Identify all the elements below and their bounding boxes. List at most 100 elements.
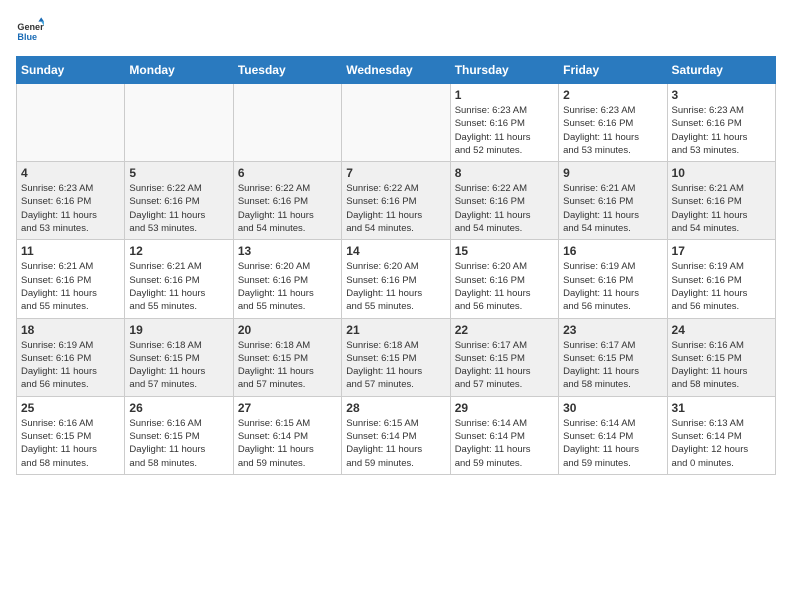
day-number: 18 — [21, 323, 120, 337]
calendar-cell: 18 Sunrise: 6:19 AM Sunset: 6:16 PM Dayli… — [17, 318, 125, 396]
calendar-cell: 7 Sunrise: 6:22 AM Sunset: 6:16 PM Daylig… — [342, 162, 450, 240]
day-info: Sunrise: 6:22 AM Sunset: 6:16 PM Dayligh… — [238, 182, 337, 235]
svg-text:Blue: Blue — [17, 32, 37, 42]
day-info: Sunrise: 6:23 AM Sunset: 6:16 PM Dayligh… — [672, 104, 771, 157]
calendar-cell: 3 Sunrise: 6:23 AM Sunset: 6:16 PM Daylig… — [667, 84, 775, 162]
day-number: 1 — [455, 88, 554, 102]
calendar-cell: 27Sunrise: 6:15 AM Sunset: 6:14 PM Dayli… — [233, 396, 341, 474]
day-number: 31 — [672, 401, 771, 415]
header-row: SundayMondayTuesdayWednesdayThursdayFrid… — [17, 57, 776, 84]
calendar-cell: 30 Sunrise: 6:14 AM Sunset: 6:14 PM Dayli… — [559, 396, 667, 474]
day-number: 3 — [672, 88, 771, 102]
day-info: Sunrise: 6:20 AM Sunset: 6:16 PM Dayligh… — [238, 260, 337, 313]
calendar-cell: 15 Sunrise: 6:20 AM Sunset: 6:16 PM Dayli… — [450, 240, 558, 318]
day-number: 29 — [455, 401, 554, 415]
day-info: Sunrise: 6:23 AM Sunset: 6:16 PM Dayligh… — [21, 182, 120, 235]
header-thursday: Thursday — [450, 57, 558, 84]
calendar-cell: 1 Sunrise: 6:23 AM Sunset: 6:16 PM Daylig… — [450, 84, 558, 162]
day-number: 4 — [21, 166, 120, 180]
day-info: Sunrise: 6:16 AM Sunset: 6:15 PM Dayligh… — [21, 417, 120, 470]
day-info: Sunrise: 6:13 AM Sunset: 6:14 PM Dayligh… — [672, 417, 771, 470]
header-sunday: Sunday — [17, 57, 125, 84]
calendar-cell: 16 Sunrise: 6:19 AM Sunset: 6:16 PM Dayli… — [559, 240, 667, 318]
day-info: Sunrise: 6:14 AM Sunset: 6:14 PM Dayligh… — [563, 417, 662, 470]
calendar-cell: 26Sunrise: 6:16 AM Sunset: 6:15 PM Dayli… — [125, 396, 233, 474]
day-info: Sunrise: 6:18 AM Sunset: 6:15 PM Dayligh… — [238, 339, 337, 392]
day-info: Sunrise: 6:19 AM Sunset: 6:16 PM Dayligh… — [672, 260, 771, 313]
calendar-table: SundayMondayTuesdayWednesdayThursdayFrid… — [16, 56, 776, 475]
calendar-cell: 29 Sunrise: 6:14 AM Sunset: 6:14 PM Dayli… — [450, 396, 558, 474]
calendar-cell: 20Sunrise: 6:18 AM Sunset: 6:15 PM Dayli… — [233, 318, 341, 396]
day-number: 5 — [129, 166, 228, 180]
day-number: 24 — [672, 323, 771, 337]
calendar-cell: 14Sunrise: 6:20 AM Sunset: 6:16 PM Dayli… — [342, 240, 450, 318]
day-number: 16 — [563, 244, 662, 258]
calendar-row: 11 Sunrise: 6:21 AM Sunset: 6:16 PM Dayli… — [17, 240, 776, 318]
header-monday: Monday — [125, 57, 233, 84]
day-info: Sunrise: 6:20 AM Sunset: 6:16 PM Dayligh… — [346, 260, 445, 313]
calendar-cell: 28 Sunrise: 6:15 AM Sunset: 6:14 PM Dayli… — [342, 396, 450, 474]
day-number: 19 — [129, 323, 228, 337]
calendar-cell — [17, 84, 125, 162]
day-info: Sunrise: 6:15 AM Sunset: 6:14 PM Dayligh… — [238, 417, 337, 470]
day-info: Sunrise: 6:21 AM Sunset: 6:16 PM Dayligh… — [21, 260, 120, 313]
calendar-cell: 22Sunrise: 6:17 AM Sunset: 6:15 PM Dayli… — [450, 318, 558, 396]
calendar-row: 18 Sunrise: 6:19 AM Sunset: 6:16 PM Dayli… — [17, 318, 776, 396]
day-number: 21 — [346, 323, 445, 337]
calendar-cell: 9 Sunrise: 6:21 AM Sunset: 6:16 PM Daylig… — [559, 162, 667, 240]
calendar-row: 1 Sunrise: 6:23 AM Sunset: 6:16 PM Daylig… — [17, 84, 776, 162]
day-info: Sunrise: 6:16 AM Sunset: 6:15 PM Dayligh… — [672, 339, 771, 392]
day-info: Sunrise: 6:23 AM Sunset: 6:16 PM Dayligh… — [563, 104, 662, 157]
calendar-cell: 10Sunrise: 6:21 AM Sunset: 6:16 PM Dayli… — [667, 162, 775, 240]
day-info: Sunrise: 6:14 AM Sunset: 6:14 PM Dayligh… — [455, 417, 554, 470]
calendar-cell: 25Sunrise: 6:16 AM Sunset: 6:15 PM Dayli… — [17, 396, 125, 474]
calendar-row: 4 Sunrise: 6:23 AM Sunset: 6:16 PM Daylig… — [17, 162, 776, 240]
day-info: Sunrise: 6:15 AM Sunset: 6:14 PM Dayligh… — [346, 417, 445, 470]
header-tuesday: Tuesday — [233, 57, 341, 84]
calendar-cell: 23Sunrise: 6:17 AM Sunset: 6:15 PM Dayli… — [559, 318, 667, 396]
calendar-cell: 11 Sunrise: 6:21 AM Sunset: 6:16 PM Dayli… — [17, 240, 125, 318]
day-info: Sunrise: 6:21 AM Sunset: 6:16 PM Dayligh… — [563, 182, 662, 235]
day-info: Sunrise: 6:17 AM Sunset: 6:15 PM Dayligh… — [455, 339, 554, 392]
calendar-cell — [125, 84, 233, 162]
svg-text:General: General — [17, 22, 44, 32]
calendar-cell: 19 Sunrise: 6:18 AM Sunset: 6:15 PM Dayli… — [125, 318, 233, 396]
calendar-cell: 5 Sunrise: 6:22 AM Sunset: 6:16 PM Daylig… — [125, 162, 233, 240]
day-info: Sunrise: 6:18 AM Sunset: 6:15 PM Dayligh… — [129, 339, 228, 392]
calendar-cell — [233, 84, 341, 162]
day-info: Sunrise: 6:23 AM Sunset: 6:16 PM Dayligh… — [455, 104, 554, 157]
day-info: Sunrise: 6:20 AM Sunset: 6:16 PM Dayligh… — [455, 260, 554, 313]
calendar-cell: 21 Sunrise: 6:18 AM Sunset: 6:15 PM Dayli… — [342, 318, 450, 396]
day-number: 30 — [563, 401, 662, 415]
day-number: 17 — [672, 244, 771, 258]
day-info: Sunrise: 6:18 AM Sunset: 6:15 PM Dayligh… — [346, 339, 445, 392]
day-number: 28 — [346, 401, 445, 415]
day-info: Sunrise: 6:19 AM Sunset: 6:16 PM Dayligh… — [21, 339, 120, 392]
page-header: General Blue — [16, 16, 776, 44]
calendar-cell: 2 Sunrise: 6:23 AM Sunset: 6:16 PM Daylig… — [559, 84, 667, 162]
day-number: 8 — [455, 166, 554, 180]
day-number: 2 — [563, 88, 662, 102]
calendar-row: 25Sunrise: 6:16 AM Sunset: 6:15 PM Dayli… — [17, 396, 776, 474]
day-number: 13 — [238, 244, 337, 258]
day-number: 7 — [346, 166, 445, 180]
day-info: Sunrise: 6:22 AM Sunset: 6:16 PM Dayligh… — [346, 182, 445, 235]
calendar-cell: 6Sunrise: 6:22 AM Sunset: 6:16 PM Daylig… — [233, 162, 341, 240]
day-info: Sunrise: 6:21 AM Sunset: 6:16 PM Dayligh… — [672, 182, 771, 235]
day-number: 11 — [21, 244, 120, 258]
header-wednesday: Wednesday — [342, 57, 450, 84]
logo-icon: General Blue — [16, 16, 44, 44]
header-friday: Friday — [559, 57, 667, 84]
day-info: Sunrise: 6:19 AM Sunset: 6:16 PM Dayligh… — [563, 260, 662, 313]
header-saturday: Saturday — [667, 57, 775, 84]
day-number: 23 — [563, 323, 662, 337]
day-number: 15 — [455, 244, 554, 258]
calendar-cell — [342, 84, 450, 162]
calendar-cell: 12Sunrise: 6:21 AM Sunset: 6:16 PM Dayli… — [125, 240, 233, 318]
day-number: 26 — [129, 401, 228, 415]
logo: General Blue — [16, 16, 44, 44]
day-info: Sunrise: 6:22 AM Sunset: 6:16 PM Dayligh… — [129, 182, 228, 235]
calendar-cell: 31 Sunrise: 6:13 AM Sunset: 6:14 PM Dayli… — [667, 396, 775, 474]
calendar-cell: 8Sunrise: 6:22 AM Sunset: 6:16 PM Daylig… — [450, 162, 558, 240]
day-number: 9 — [563, 166, 662, 180]
